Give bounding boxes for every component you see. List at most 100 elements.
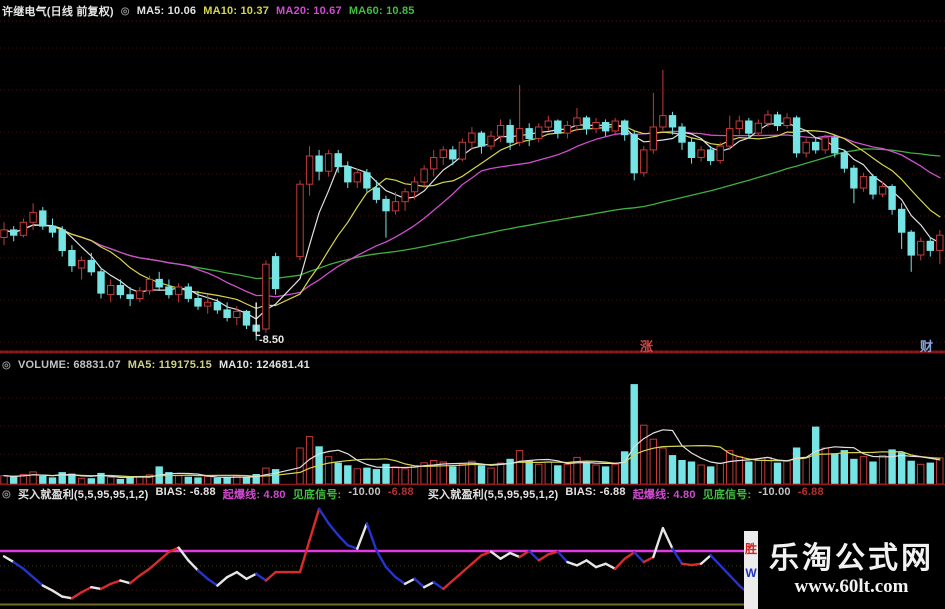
volume-bar-up bbox=[391, 466, 400, 485]
volume-bar-down bbox=[840, 450, 848, 485]
volume-bar-down bbox=[271, 469, 280, 485]
volume-bar-up bbox=[174, 475, 183, 485]
candle-up bbox=[573, 117, 581, 127]
candle-down bbox=[155, 278, 163, 288]
watermark-text: 乐淘公式网 www.60lt.com bbox=[758, 531, 945, 609]
volume-bar-up bbox=[487, 467, 495, 485]
bottom-signal-label: 见底信号: bbox=[702, 489, 752, 501]
candle-down bbox=[926, 240, 934, 251]
volume-bar-up bbox=[764, 456, 772, 485]
bias-line-segment bbox=[99, 582, 112, 591]
panel-settings-icon[interactable]: ◎ bbox=[2, 360, 11, 371]
volume-bar-down bbox=[48, 477, 57, 485]
volume-bar-up bbox=[535, 463, 543, 485]
candle-up bbox=[174, 286, 183, 296]
candle-down bbox=[48, 225, 57, 233]
bias-line-segment bbox=[394, 575, 407, 586]
chart-canvas[interactable] bbox=[0, 0, 945, 609]
volume-bar-down bbox=[334, 462, 342, 485]
candle-up bbox=[649, 126, 657, 151]
volume-bar-down bbox=[554, 465, 562, 485]
volume-bar-up bbox=[802, 456, 810, 485]
bottom-signal-value: -10.00 bbox=[758, 486, 791, 498]
bias-line-segment bbox=[308, 507, 321, 542]
volume-bar-down bbox=[223, 476, 231, 485]
candle-up bbox=[305, 155, 314, 185]
bias-line-segment bbox=[119, 579, 132, 585]
candle-up bbox=[77, 259, 86, 269]
bias-line-segment bbox=[461, 562, 474, 574]
volume-bar-down bbox=[39, 475, 47, 485]
volume-bar-up bbox=[77, 477, 86, 485]
candle-up bbox=[697, 149, 705, 158]
bias-value: BIAS: -6.88 bbox=[565, 486, 626, 498]
volume-bar-up bbox=[783, 460, 791, 485]
bias-line-segment bbox=[206, 577, 219, 587]
candle-up bbox=[754, 122, 763, 134]
indicator-group: 买入就盈利(5,5,95,95,1,2) BIAS: -6.88 起爆线: 4.… bbox=[428, 486, 831, 502]
candle-up bbox=[783, 117, 791, 127]
candle-down bbox=[869, 176, 877, 195]
bias-line-segment bbox=[128, 574, 142, 585]
bias-line-segment bbox=[225, 570, 239, 579]
candle-down bbox=[840, 152, 848, 169]
bias-line-segment bbox=[157, 550, 171, 562]
candle-up bbox=[640, 149, 648, 174]
panel-settings-icon[interactable]: ◎ bbox=[2, 489, 11, 500]
bias-line-segment bbox=[327, 522, 340, 537]
ma10-value: MA10: 10.37 bbox=[203, 5, 270, 17]
candle-down bbox=[898, 208, 906, 233]
candle-down bbox=[97, 271, 105, 294]
ma5-value: MA5: 10.06 bbox=[136, 5, 197, 17]
bias-line-segment bbox=[442, 579, 454, 591]
volume-bar-down bbox=[926, 462, 934, 485]
bias-line-segment bbox=[690, 562, 703, 567]
candle-down bbox=[773, 114, 782, 127]
volume-bar-down bbox=[242, 477, 251, 485]
candle-down bbox=[242, 310, 251, 326]
volume-bar-up bbox=[640, 424, 648, 485]
volume-bar-down bbox=[621, 451, 629, 485]
candle-down bbox=[363, 172, 371, 189]
panel-settings-icon[interactable]: ◎ bbox=[121, 6, 130, 17]
volume-bar-up bbox=[496, 462, 505, 485]
bias-line-segment bbox=[594, 562, 607, 569]
volume-bar-down bbox=[687, 461, 696, 485]
bias-line-segment bbox=[138, 567, 151, 577]
bias-line-segment bbox=[80, 586, 93, 594]
bias-line-segment bbox=[585, 559, 598, 569]
candle-down bbox=[10, 229, 18, 236]
bias-line-segment bbox=[432, 580, 445, 591]
candle-down bbox=[315, 155, 323, 172]
candle-down bbox=[907, 231, 915, 256]
volume-bar-down bbox=[10, 476, 18, 485]
bias-line-segment bbox=[235, 570, 248, 581]
candle-up bbox=[468, 132, 476, 143]
candle-down bbox=[382, 198, 390, 212]
bias-line-segment bbox=[728, 574, 741, 587]
indicator-group: 买入就盈利(5,5,95,95,1,2) BIAS: -6.88 起爆线: 4.… bbox=[18, 486, 421, 502]
volume-bar-up bbox=[324, 456, 333, 485]
candle-down bbox=[344, 166, 352, 183]
volume-bar-down bbox=[363, 467, 371, 485]
candle-up bbox=[611, 120, 619, 132]
candle-up bbox=[936, 234, 944, 251]
volume-bar-down bbox=[344, 465, 352, 485]
candle-down bbox=[184, 286, 193, 299]
bias-line-segment bbox=[661, 526, 674, 550]
volume-bar-down bbox=[668, 455, 677, 485]
candle-up bbox=[859, 176, 868, 189]
candle-up bbox=[439, 149, 448, 158]
candle-down bbox=[525, 128, 533, 140]
bias-line-segment bbox=[699, 554, 712, 565]
candle-up bbox=[19, 221, 28, 236]
candle-down bbox=[213, 301, 222, 311]
bias-line-segment bbox=[719, 564, 731, 577]
volume-bar-down bbox=[582, 462, 591, 485]
bias-line-segment bbox=[375, 549, 388, 569]
volume-bar-up bbox=[544, 461, 552, 485]
bias-line-segment bbox=[613, 557, 626, 570]
bottom-signal-label: 见底信号: bbox=[292, 489, 342, 501]
candle-down bbox=[582, 117, 591, 130]
candle-down bbox=[506, 125, 514, 143]
